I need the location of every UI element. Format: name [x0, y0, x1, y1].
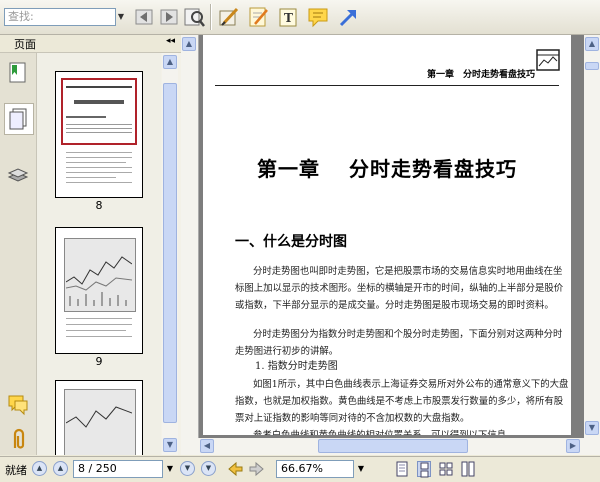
pages-panel: 页面 ◂◂ 8 9 ▲ ▼: [0, 35, 181, 455]
search-prev-icon[interactable]: [132, 5, 156, 29]
scroll-thumb[interactable]: [163, 83, 177, 423]
collapse-panel-button[interactable]: ◂◂: [166, 36, 175, 46]
two-page-view-icon[interactable]: [461, 461, 475, 477]
find-icon[interactable]: [182, 5, 206, 29]
bookmarks-icon[interactable]: [7, 61, 29, 85]
subsection-heading: 1. 指数分时走势图: [255, 361, 338, 372]
thumbnail-list: 8 9: [37, 53, 161, 455]
toolbar-separator: [210, 4, 212, 30]
scroll-right-button[interactable]: ▶: [566, 439, 580, 453]
arrow-tool-icon[interactable]: [336, 5, 360, 29]
panel-header: 页面 ◂◂: [0, 35, 181, 53]
document-page: 第一章 分时走势看盘技巧 第一章 分时走势看盘技巧 一、什么是分时图 分时走势图…: [203, 35, 571, 435]
comment-icon[interactable]: [306, 5, 330, 29]
continuous-view-icon[interactable]: [417, 461, 431, 478]
scroll-down-button[interactable]: ▼: [585, 421, 599, 435]
page-thumbnail[interactable]: [55, 380, 143, 455]
search-dropdown-icon[interactable]: ▼: [116, 8, 126, 26]
zoom-dropdown-icon[interactable]: ▼: [355, 461, 367, 477]
status-label: 就绪: [5, 464, 27, 477]
toolbar: 查找: ▼ T: [0, 0, 600, 35]
text-tool-icon[interactable]: T: [276, 5, 300, 29]
svg-text:T: T: [284, 11, 293, 25]
scroll-down-button[interactable]: ▼: [163, 438, 177, 452]
body-paragraph: 参考白色曲线和黄色曲线的相对位置关系，可以得到以下信息: [235, 427, 569, 435]
header-rule: [215, 85, 559, 86]
previous-page-icon[interactable]: ▲: [53, 461, 68, 476]
running-header: 第一章 分时走势看盘技巧: [426, 70, 535, 80]
thumbnail-label: 9: [95, 355, 103, 368]
document-view: ▲ 第一章 分时走势看盘技巧 第一章 分时走势看盘技巧 一、什么是分时图 分时走…: [181, 35, 600, 455]
thumbnail-scrollbar[interactable]: ▲ ▼: [162, 53, 178, 455]
note-pad-icon[interactable]: [246, 5, 270, 29]
page-thumbnail[interactable]: [55, 71, 143, 198]
back-icon[interactable]: [227, 461, 243, 477]
single-page-view-icon[interactable]: [395, 461, 409, 477]
panel-icon-strip: [0, 53, 37, 455]
body-paragraph: 分时走势图分为指数分时走势图和个股分时走势图，下面分别对这两种分时走势图进行初步…: [235, 329, 563, 357]
body-paragraph: 分时走势图也叫即时走势图，它是把股票市场的交易信息实时地用曲线在坐标图上加以显示…: [235, 266, 564, 311]
chart-board-icon: [535, 47, 561, 73]
attachments-icon[interactable]: [7, 428, 29, 452]
document-gutter: ▲: [181, 35, 199, 455]
page-thumbnail[interactable]: [55, 227, 143, 354]
document-scrollbar[interactable]: ▲ ▼: [584, 35, 600, 455]
scroll-up-button[interactable]: ▲: [585, 37, 599, 51]
forward-icon[interactable]: [249, 461, 264, 477]
facing-view-icon[interactable]: [439, 461, 453, 477]
hscroll-thumb[interactable]: [318, 439, 468, 453]
panel-title: 页面: [14, 38, 36, 51]
comments-list-icon[interactable]: [7, 393, 29, 417]
scroll-up-button[interactable]: ▲: [182, 37, 196, 51]
last-page-icon[interactable]: ▼: [201, 461, 216, 476]
section-heading: 一、什么是分时图: [235, 234, 347, 250]
next-page-icon[interactable]: ▼: [180, 461, 195, 476]
scroll-thumb[interactable]: [585, 62, 599, 70]
edit-tool-icon[interactable]: [217, 5, 241, 29]
scroll-left-button[interactable]: ◀: [200, 439, 214, 453]
status-bar: 就绪 ▲ ▲ 8 / 250 ▼ ▼ ▼ 66.67% ▼: [0, 456, 600, 482]
thumbnail-label: 8: [95, 199, 103, 212]
search-input[interactable]: 查找:: [4, 8, 116, 26]
page-number-field[interactable]: 8 / 250: [73, 460, 163, 478]
first-page-icon[interactable]: ▲: [32, 461, 47, 476]
scroll-up-button[interactable]: ▲: [163, 55, 177, 69]
pages-tab-icon[interactable]: [4, 103, 34, 135]
search-next-icon[interactable]: [157, 5, 181, 29]
zoom-field[interactable]: 66.67%: [276, 460, 354, 478]
horizontal-scrollbar[interactable]: ◀ ▶: [198, 438, 584, 455]
chapter-title: 第一章 分时走势看盘技巧: [257, 157, 517, 181]
layers-icon[interactable]: [7, 163, 29, 187]
page-dropdown-icon[interactable]: ▼: [164, 461, 176, 477]
body-paragraph: 如图1所示，其中白色曲线表示上海证券交易所对外公布的通常意义下的大盘指数，也就是…: [235, 379, 569, 424]
